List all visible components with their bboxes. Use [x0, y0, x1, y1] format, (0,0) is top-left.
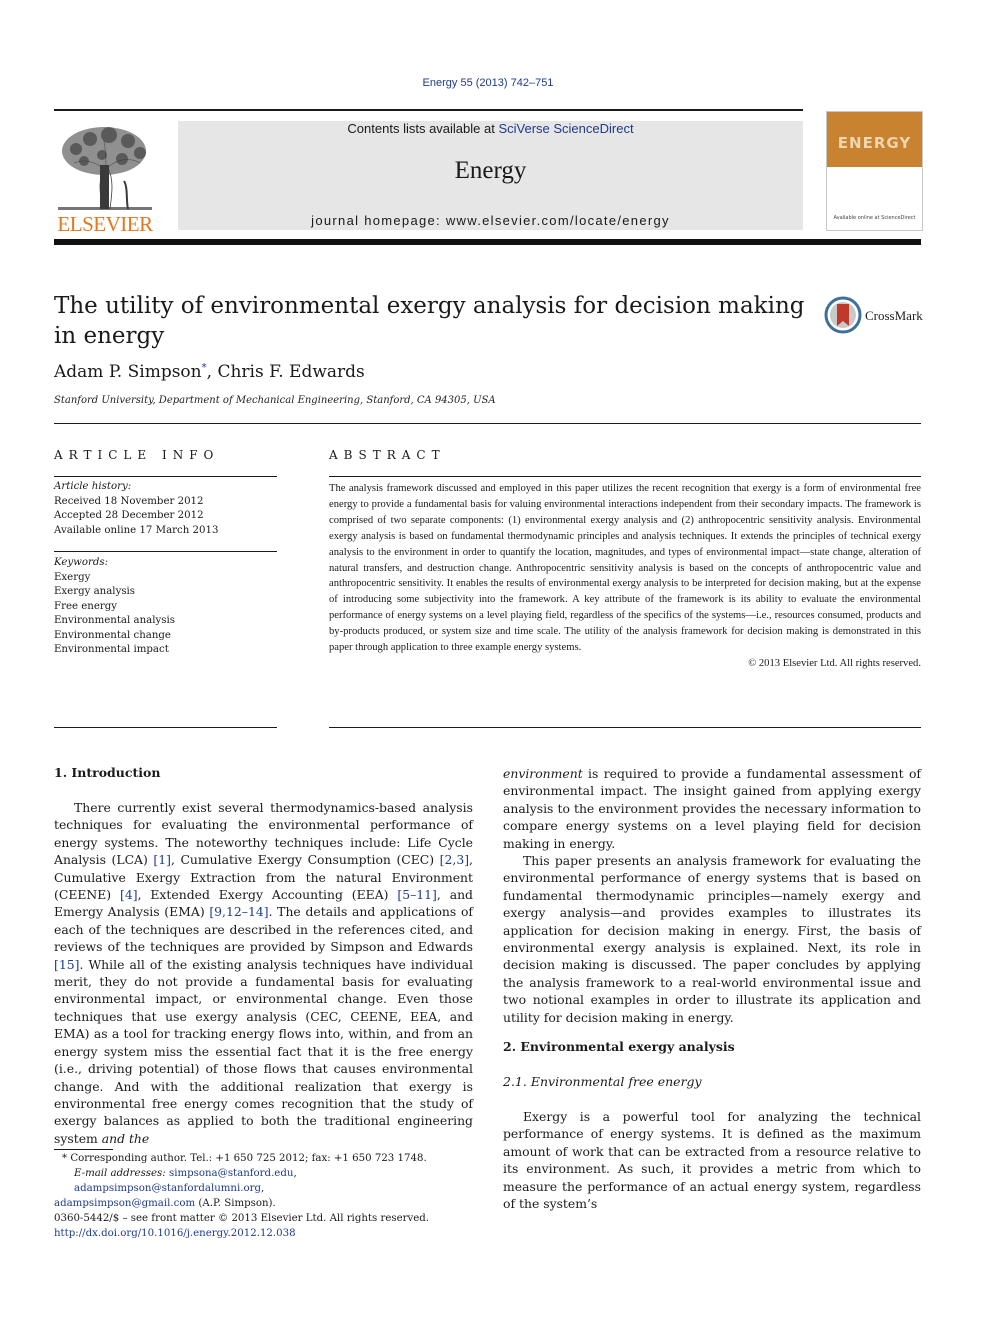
article-info-heading: ARTICLE INFO [54, 448, 220, 462]
author-name[interactable]: Adam P. Simpson [54, 362, 202, 382]
abstract-rule [329, 727, 921, 728]
abstract-rule [329, 476, 921, 477]
header-rule [54, 109, 803, 111]
keywords-list: Keywords: Exergy Exergy analysis Free en… [54, 556, 277, 658]
journal-name: Energy [454, 157, 527, 184]
keyword-item: Free energy [54, 600, 118, 612]
body-column-left: There currently exist several thermodyna… [54, 799, 473, 1147]
abstract-heading: ABSTRACT [329, 448, 446, 462]
keyword-item: Exergy analysis [54, 586, 136, 597]
article-info-rule [54, 476, 277, 477]
corresponding-author-note: Corresponding author. Tel.: +1 650 725 2… [67, 1153, 427, 1164]
author-separator: , [206, 362, 218, 382]
text-run: , Extended Exergy Accounting (EEA) [137, 887, 398, 903]
italic-run: and the [101, 1130, 150, 1146]
front-matter: 0360-5442/$ – see front matter © 2013 El… [54, 1211, 494, 1241]
author-affiliation: Stanford University, Department of Mecha… [54, 395, 496, 406]
footnote: * Corresponding author. Tel.: +1 650 725… [54, 1153, 427, 1209]
intro-paragraph: There currently exist several thermodyna… [54, 799, 473, 1147]
contents-available-line: Contents lists available at SciVerse Sci… [178, 121, 803, 136]
crossmark-button[interactable]: CrossMark [824, 296, 924, 336]
article-info-rule [54, 727, 277, 728]
email-link[interactable]: simpsona@stanford.edu [169, 1168, 293, 1179]
keywords-label: Keywords: [54, 557, 109, 568]
section-paragraph: Exergy is a powerful tool for analyzing … [503, 1109, 921, 1212]
abstract-copyright: © 2013 Elsevier Ltd. All rights reserved… [748, 657, 921, 669]
keyword-item: Environmental impact [54, 644, 169, 655]
journal-citation-link[interactable]: Energy 55 (2013) 742–751 [0, 77, 976, 89]
doi-link[interactable]: http://dx.doi.org/10.1016/j.energy.2012.… [54, 1228, 296, 1239]
contents-prefix: Contents lists available at [347, 121, 499, 136]
article-info-rule [54, 551, 277, 552]
affiliation-rule [54, 423, 921, 424]
footnote-rule [54, 1149, 113, 1150]
reference-link[interactable]: [5–11] [397, 887, 437, 902]
journal-cover-thumbnail[interactable]: ENERGY Available online at ScienceDirect [826, 111, 923, 231]
reference-link[interactable]: [9,12–14] [209, 904, 268, 919]
email-label: E-mail addresses: [74, 1168, 166, 1179]
reference-link[interactable]: [1] [153, 852, 171, 867]
cover-footer: Available online at ScienceDirect [833, 215, 916, 221]
header-thick-rule [54, 239, 921, 245]
article-title: The utility of environmental exergy anal… [54, 293, 805, 349]
history-accepted: Accepted 28 December 2012 [54, 510, 204, 521]
body-column-right: environment is required to provide a fun… [503, 765, 921, 1026]
history-online: Available online 17 March 2013 [54, 524, 219, 536]
article-history: Article history: Received 18 November 20… [54, 480, 277, 538]
text-run: , Cumulative Exergy Consumption (CEC) [170, 852, 440, 868]
body-column-right-lower: Exergy is a powerful tool for analyzing … [503, 1108, 921, 1212]
journal-masthead: Contents lists available at SciVerse Sci… [178, 121, 803, 230]
elsevier-wordmark: ELSEVIER [57, 212, 153, 236]
sciencedirect-link[interactable]: SciVerse ScienceDirect [498, 121, 633, 136]
text-run: . While all of the existing analysis tec… [54, 956, 473, 1146]
history-received: Received 18 November 2012 [54, 495, 204, 507]
subsection-heading-environmental-free-energy: 2.1. Environmental free energy [503, 1074, 702, 1089]
intro-paragraph: This paper presents an analysis framewor… [503, 853, 921, 1025]
italic-run: environment [503, 766, 583, 781]
section-heading-environmental-exergy-analysis: 2. Environmental exergy analysis [503, 1039, 735, 1054]
author-list: Adam P. Simpson*, Chris F. Edwards [54, 362, 365, 382]
crossmark-label: CrossMark [865, 308, 923, 323]
cover-title: ENERGY [837, 134, 912, 152]
abstract-text: The analysis framework discussed and emp… [329, 483, 921, 654]
email-owner: (A.P. Simpson). [195, 1198, 276, 1209]
email-link[interactable]: adampsimpson@gmail.com [54, 1198, 195, 1209]
email-link[interactable]: adampsimpson@stanfordalumni.org [74, 1183, 261, 1194]
article-history-label: Article history: [54, 481, 132, 492]
author-name[interactable]: Chris F. Edwards [217, 362, 364, 382]
keyword-item: Environmental change [54, 629, 171, 641]
section-heading-introduction: 1. Introduction [54, 765, 161, 780]
reference-link[interactable]: [15] [54, 957, 79, 972]
crossmark-icon [824, 296, 862, 334]
keyword-item: Environmental analysis [54, 615, 175, 626]
abstract-text-block: The analysis framework discussed and emp… [329, 481, 921, 672]
issn-line: 0360-5442/$ – see front matter © 2013 El… [54, 1213, 430, 1224]
reference-link[interactable]: [4] [120, 887, 138, 902]
keyword-item: Exergy [54, 571, 91, 583]
intro-paragraph-continued: environment is required to provide a fun… [503, 765, 921, 852]
journal-homepage-link[interactable]: journal homepage: www.elsevier.com/locat… [178, 213, 803, 228]
reference-link[interactable]: [2,3] [440, 852, 469, 867]
